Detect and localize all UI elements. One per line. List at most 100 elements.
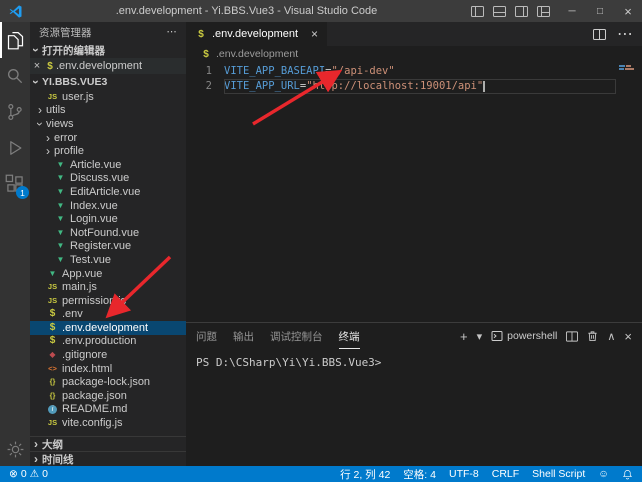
breadcrumb[interactable]: $ .env.development: [186, 46, 642, 62]
timeline-section-header[interactable]: › 时间线: [30, 451, 186, 466]
extensions-badge: 1: [16, 186, 29, 199]
code-editor[interactable]: 1 VITE_APP_BASEAPI="/api-dev"2VITE_APP_UR…: [186, 62, 642, 322]
tree-item-error[interactable]: ›error: [30, 131, 186, 145]
tree-item-.env.production[interactable]: $.env.production: [30, 335, 186, 349]
tree-item-EditArticle.vue[interactable]: ▼EditArticle.vue: [30, 185, 186, 199]
open-editor-item-env-development[interactable]: × $ .env.development: [30, 58, 186, 74]
tab-env-development[interactable]: $ .env.development ×: [186, 22, 327, 46]
vue-file-icon: ▼: [54, 187, 67, 197]
cursor-position[interactable]: 行 2, 列 42: [340, 467, 390, 482]
problems-status[interactable]: ⊗ 0 ⚠ 0: [9, 468, 48, 480]
customize-layout-icon[interactable]: [537, 6, 550, 17]
tree-item-profile[interactable]: ›profile: [30, 144, 186, 158]
tree-item-README.md[interactable]: iREADME.md: [30, 403, 186, 417]
close-panel-icon[interactable]: ×: [624, 329, 632, 344]
editor-tab-bar: $ .env.development × ⋯: [186, 22, 642, 46]
extensions-icon[interactable]: 1: [0, 166, 30, 202]
panel-actions: + ▾ powershell ∧ ×: [460, 329, 632, 344]
tree-item-Login.vue[interactable]: ▼Login.vue: [30, 212, 186, 226]
breadcrumb-item[interactable]: .env.development: [216, 48, 298, 60]
encoding[interactable]: UTF-8: [449, 468, 479, 480]
tree-item-App.vue[interactable]: ▼App.vue: [30, 267, 186, 281]
notifications-bell-icon[interactable]: [622, 469, 633, 480]
tree-item-NotFound.vue[interactable]: ▼NotFound.vue: [30, 226, 186, 240]
file-label: App.vue: [62, 268, 102, 280]
tree-item-user.js[interactable]: JSuser.js: [30, 90, 186, 104]
tree-item-Article.vue[interactable]: ▼Article.vue: [30, 158, 186, 172]
code-line-2[interactable]: 2VITE_APP_URL="http://localhost:19001/ap…: [186, 79, 642, 94]
settings-gear-icon[interactable]: [0, 432, 30, 466]
panel-tab-问题[interactable]: 问题: [196, 323, 217, 349]
tree-item-views[interactable]: ›views: [30, 117, 186, 131]
warnings-count: 0: [42, 468, 48, 480]
split-editor-icon[interactable]: [593, 29, 606, 40]
minimize-button[interactable]: ─: [558, 0, 586, 22]
tree-item-.gitignore[interactable]: ◆.gitignore: [30, 348, 186, 362]
eol-sequence[interactable]: CRLF: [492, 468, 519, 480]
tree-item-Discuss.vue[interactable]: ▼Discuss.vue: [30, 172, 186, 186]
tree-item-Register.vue[interactable]: ▼Register.vue: [30, 240, 186, 254]
source-control-icon[interactable]: [0, 94, 30, 130]
minimap[interactable]: [619, 65, 637, 71]
panel-tab-终端[interactable]: 终端: [339, 323, 360, 349]
kill-terminal-trash-icon[interactable]: [587, 330, 598, 342]
terminal[interactable]: PS D:\CSharp\Yi\Yi.BBS.Vue3>: [186, 349, 642, 466]
language-mode[interactable]: Shell Script: [532, 468, 585, 480]
html-file-icon: <>: [46, 364, 59, 374]
open-editors-header[interactable]: › 打开的编辑器: [30, 42, 186, 58]
outline-section-header[interactable]: › 大纲: [30, 436, 186, 451]
run-debug-icon[interactable]: [0, 130, 30, 166]
status-right: 行 2, 列 42 空格: 4 UTF-8 CRLF Shell Script …: [340, 467, 633, 482]
toggle-panel-icon[interactable]: [493, 6, 506, 17]
tree-item-.env.development[interactable]: $.env.development: [30, 321, 186, 335]
code-line-1[interactable]: 1 VITE_APP_BASEAPI="/api-dev": [186, 64, 642, 79]
toggle-sidebar-icon[interactable]: [471, 6, 484, 17]
env-file-icon: $: [195, 29, 207, 40]
line-content[interactable]: VITE_APP_URL="http://localhost:19001/api…: [224, 79, 616, 94]
chevron-down-icon: ›: [31, 76, 41, 88]
tree-item-permission.js[interactable]: JSpermission.js: [30, 294, 186, 308]
more-actions-icon[interactable]: ⋯: [617, 24, 633, 44]
env-file-icon: $: [44, 61, 56, 72]
close-button[interactable]: ×: [614, 0, 642, 22]
search-icon[interactable]: [0, 58, 30, 94]
file-tree: JSuser.js›utils›views›error›profile▼Arti…: [30, 90, 186, 430]
text-cursor: [483, 81, 485, 92]
split-terminal-icon[interactable]: [566, 331, 578, 342]
file-label: .env: [62, 308, 83, 320]
new-terminal-icon[interactable]: +: [460, 329, 468, 344]
timeline-label: 时间线: [42, 452, 74, 467]
tree-item-package-lock.json[interactable]: {}package-lock.json: [30, 375, 186, 389]
line-content[interactable]: VITE_APP_BASEAPI="/api-dev": [224, 64, 616, 79]
project-section-header[interactable]: › YI.BBS.VUE3: [30, 74, 186, 90]
sidebar-more-actions-icon[interactable]: ⋯: [167, 26, 178, 38]
panel-tab-调试控制台[interactable]: 调试控制台: [270, 323, 323, 349]
tree-item-utils[interactable]: ›utils: [30, 104, 186, 118]
code-lines: 1 VITE_APP_BASEAPI="/api-dev"2VITE_APP_UR…: [186, 64, 642, 94]
tree-item-Index.vue[interactable]: ▼Index.vue: [30, 199, 186, 213]
maximize-panel-icon[interactable]: ∧: [607, 330, 615, 343]
tree-item-Test.vue[interactable]: ▼Test.vue: [30, 253, 186, 267]
open-editors-label: 打开的编辑器: [42, 43, 105, 58]
maximize-button[interactable]: □: [586, 0, 614, 22]
file-label: permission.js: [62, 295, 126, 307]
tree-item-package.json[interactable]: {}package.json: [30, 389, 186, 403]
tab-label: .env.development: [212, 28, 298, 40]
toggle-secondary-sidebar-icon[interactable]: [515, 6, 528, 17]
tree-item-.env[interactable]: $.env: [30, 308, 186, 322]
line-number: 1: [186, 64, 212, 79]
panel-tab-输出[interactable]: 输出: [233, 323, 254, 349]
bottom-panel: 问题输出调试控制台终端 + ▾ powershell ∧ ×: [186, 322, 642, 466]
feedback-smiley-icon[interactable]: ☺: [598, 468, 609, 480]
indentation[interactable]: 空格: 4: [403, 467, 436, 482]
terminal-dropdown-icon[interactable]: ▾: [477, 330, 483, 343]
file-label: main.js: [62, 281, 97, 293]
sidebar-header: 资源管理器 ⋯: [30, 22, 186, 42]
tree-item-vite.config.js[interactable]: JSvite.config.js: [30, 416, 186, 430]
tree-item-main.js[interactable]: JSmain.js: [30, 280, 186, 294]
tree-item-index.html[interactable]: <>index.html: [30, 362, 186, 376]
explorer-icon[interactable]: [0, 22, 30, 58]
close-tab-icon[interactable]: ×: [311, 27, 318, 41]
close-editor-icon[interactable]: ×: [30, 60, 44, 72]
terminal-instance[interactable]: powershell: [491, 330, 557, 342]
